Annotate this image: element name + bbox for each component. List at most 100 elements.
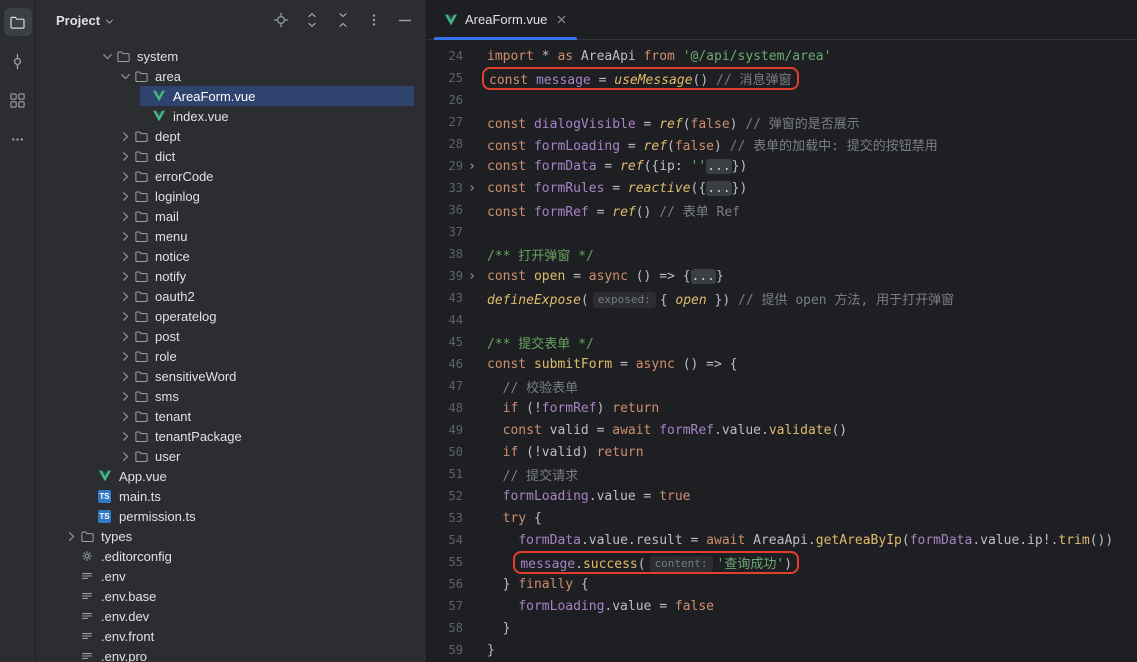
chevron-right-icon[interactable]: [116, 329, 134, 344]
tree-item-dept[interactable]: dept: [36, 126, 426, 146]
tree-item-main-ts[interactable]: TSmain.ts: [36, 486, 426, 506]
code-line-39[interactable]: 39›const open = async () => {...}: [427, 265, 1137, 287]
gutter[interactable]: 25: [427, 71, 483, 85]
chevron-right-icon[interactable]: [116, 369, 134, 384]
gutter[interactable]: 54: [427, 533, 483, 547]
code-line-33[interactable]: 33›const formRules = reactive({...}): [427, 177, 1137, 199]
tree-item-permission-ts[interactable]: TSpermission.ts: [36, 506, 426, 526]
tree-item-operatelog[interactable]: operatelog: [36, 306, 426, 326]
code-line-59[interactable]: 59}: [427, 639, 1137, 661]
tree-item-notify[interactable]: notify: [36, 266, 426, 286]
gutter[interactable]: 43: [427, 291, 483, 305]
chevron-right-icon[interactable]: [116, 149, 134, 164]
chevron-right-icon[interactable]: [62, 529, 80, 544]
gutter[interactable]: 53: [427, 511, 483, 525]
tree-item-system[interactable]: system: [36, 46, 426, 66]
expand-icon[interactable]: [303, 11, 321, 29]
gutter[interactable]: 50: [427, 445, 483, 459]
chevron-right-icon[interactable]: [116, 229, 134, 244]
tree-item-App-vue[interactable]: App.vue: [36, 466, 426, 486]
gutter[interactable]: 26: [427, 93, 483, 107]
tree-item-tenant[interactable]: tenant: [36, 406, 426, 426]
code-line-43[interactable]: 43defineExpose(exposed:{ open }) // 提供 o…: [427, 287, 1137, 309]
tree-item-sensitiveWord[interactable]: sensitiveWord: [36, 366, 426, 386]
chevron-down-icon[interactable]: [116, 69, 134, 84]
project-dropdown[interactable]: Project: [56, 13, 116, 28]
tree-item-area[interactable]: area: [36, 66, 426, 86]
code-line-55[interactable]: 55 message.success(content:'查询成功'): [427, 551, 1137, 573]
collapse-icon[interactable]: [334, 11, 352, 29]
tree-item-role[interactable]: role: [36, 346, 426, 366]
code-line-24[interactable]: 24import * as AreaApi from '@/api/system…: [427, 45, 1137, 67]
chevron-right-icon[interactable]: [116, 269, 134, 284]
code-line-27[interactable]: 27const dialogVisible = ref(false) // 弹窗…: [427, 111, 1137, 133]
gutter[interactable]: 55: [427, 555, 483, 569]
chevron-right-icon[interactable]: [116, 309, 134, 324]
gutter[interactable]: 37: [427, 225, 483, 239]
gutter[interactable]: 59: [427, 643, 483, 657]
code-line-56[interactable]: 56 } finally {: [427, 573, 1137, 595]
chevron-down-icon[interactable]: [98, 49, 116, 64]
gutter[interactable]: 46: [427, 357, 483, 371]
tree-item-env-base[interactable]: .env.base: [36, 586, 426, 606]
close-icon[interactable]: [556, 14, 567, 25]
code-line-48[interactable]: 48 if (!formRef) return: [427, 397, 1137, 419]
chevron-right-icon[interactable]: [116, 409, 134, 424]
tab-areaform-vue[interactable]: AreaForm.vue: [432, 0, 579, 39]
gutter[interactable]: 49: [427, 423, 483, 437]
tree-item-env-front[interactable]: .env.front: [36, 626, 426, 646]
tree-item-notice[interactable]: notice: [36, 246, 426, 266]
gutter[interactable]: 52: [427, 489, 483, 503]
tree-item-mail[interactable]: mail: [36, 206, 426, 226]
code-line-38[interactable]: 38/** 打开弹窗 */: [427, 243, 1137, 265]
structure-tool-icon[interactable]: [4, 86, 32, 114]
code-line-58[interactable]: 58 }: [427, 617, 1137, 639]
chevron-right-icon[interactable]: [116, 429, 134, 444]
project-tool-icon[interactable]: [4, 8, 32, 36]
code-line-29[interactable]: 29›const formData = ref({ip: ''...}): [427, 155, 1137, 177]
tree-item-oauth2[interactable]: oauth2: [36, 286, 426, 306]
code-line-46[interactable]: 46const submitForm = async () => {: [427, 353, 1137, 375]
fold-marker-icon[interactable]: ›: [463, 159, 481, 174]
hide-icon[interactable]: [396, 11, 414, 29]
gutter[interactable]: 58: [427, 621, 483, 635]
fold-marker-icon[interactable]: ›: [463, 269, 481, 284]
gutter[interactable]: 28: [427, 137, 483, 151]
tree-item-loginlog[interactable]: loginlog: [36, 186, 426, 206]
gutter[interactable]: 27: [427, 115, 483, 129]
code-line-54[interactable]: 54 formData.value.result = await AreaApi…: [427, 529, 1137, 551]
locate-icon[interactable]: [272, 11, 290, 29]
code-line-52[interactable]: 52 formLoading.value = true: [427, 485, 1137, 507]
code-line-53[interactable]: 53 try {: [427, 507, 1137, 529]
gutter[interactable]: 44: [427, 313, 483, 327]
code-line-25[interactable]: 25const message = useMessage() // 消息弹窗: [427, 67, 1137, 89]
tree-item-errorCode[interactable]: errorCode: [36, 166, 426, 186]
tree-item-menu[interactable]: menu: [36, 226, 426, 246]
gutter[interactable]: 45: [427, 335, 483, 349]
gutter[interactable]: 38: [427, 247, 483, 261]
chevron-right-icon[interactable]: [116, 129, 134, 144]
tree-item-post[interactable]: post: [36, 326, 426, 346]
chevron-right-icon[interactable]: [116, 349, 134, 364]
code-line-51[interactable]: 51 // 提交请求: [427, 463, 1137, 485]
gutter[interactable]: 24: [427, 49, 483, 63]
chevron-right-icon[interactable]: [116, 289, 134, 304]
tree-item-tenantPackage[interactable]: tenantPackage: [36, 426, 426, 446]
chevron-right-icon[interactable]: [116, 209, 134, 224]
fold-marker-icon[interactable]: ›: [463, 181, 481, 196]
chevron-right-icon[interactable]: [116, 189, 134, 204]
gutter[interactable]: 33›: [427, 181, 483, 196]
commit-tool-icon[interactable]: [4, 47, 32, 75]
code-line-44[interactable]: 44: [427, 309, 1137, 331]
tree-item-index-vue[interactable]: index.vue: [36, 106, 426, 126]
code-area[interactable]: 24import * as AreaApi from '@/api/system…: [427, 40, 1137, 662]
code-line-50[interactable]: 50 if (!valid) return: [427, 441, 1137, 463]
more-tool-icon[interactable]: [4, 125, 32, 153]
code-line-26[interactable]: 26: [427, 89, 1137, 111]
gutter[interactable]: 29›: [427, 159, 483, 174]
gutter[interactable]: 56: [427, 577, 483, 591]
gutter[interactable]: 48: [427, 401, 483, 415]
tree-item-env-dev[interactable]: .env.dev: [36, 606, 426, 626]
chevron-right-icon[interactable]: [116, 389, 134, 404]
tree-item-AreaForm-vue[interactable]: AreaForm.vue: [36, 86, 426, 106]
